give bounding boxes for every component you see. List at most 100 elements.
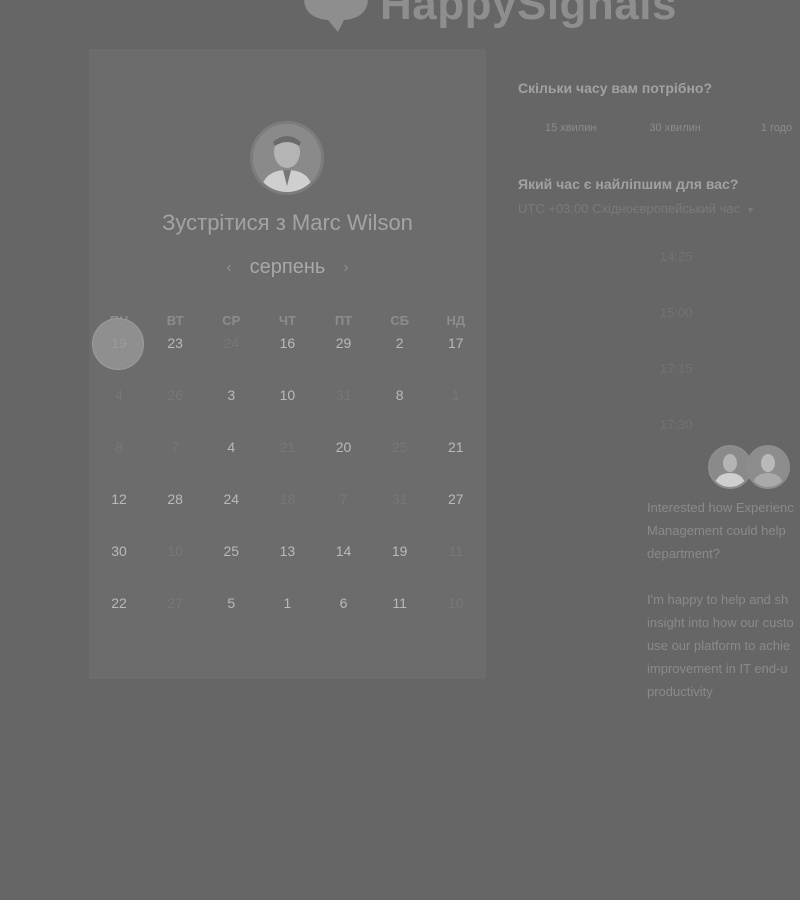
day-number: 20 bbox=[335, 439, 352, 455]
calendar-day: 27 bbox=[147, 594, 203, 646]
calendar-day[interactable]: 24 bbox=[203, 490, 259, 542]
calendar-day[interactable]: 3 bbox=[203, 386, 259, 438]
day-number: 27 bbox=[167, 595, 183, 611]
month-label: серпень bbox=[249, 256, 326, 278]
time-question: Який час є найліпшим для вас? bbox=[518, 176, 739, 192]
day-number: 21 bbox=[448, 439, 464, 455]
calendar-day[interactable]: 14 bbox=[316, 542, 372, 594]
calendar-day[interactable]: 10 bbox=[259, 386, 315, 438]
time-slot[interactable]: 17:15 bbox=[660, 361, 693, 376]
meeting-title: Зустрітися з Marc Wilson bbox=[162, 210, 413, 235]
brand-logo: HappySignals bbox=[298, 0, 677, 32]
day-number: 6 bbox=[339, 595, 348, 611]
calendar-day[interactable]: 30 bbox=[91, 542, 147, 594]
duration-question: Скільки часу вам потрібно? bbox=[518, 80, 713, 96]
time-slot[interactable]: 15:00 bbox=[660, 305, 693, 320]
time-slot[interactable]: 17:30 bbox=[660, 417, 693, 432]
calendar-day: 4 bbox=[91, 386, 147, 438]
day-number: 4 bbox=[227, 439, 236, 455]
calendar-day[interactable]: 2 bbox=[372, 334, 428, 386]
day-number: 17 bbox=[448, 335, 464, 351]
page: HappySignals Зустрітися з Marc Wilson ‹ … bbox=[0, 0, 800, 900]
calendar-day: 1 bbox=[428, 386, 484, 438]
team-avatars bbox=[708, 445, 798, 493]
day-number: 10 bbox=[167, 543, 183, 559]
day-number: 2 bbox=[395, 335, 404, 351]
calendar-day[interactable]: 22 bbox=[91, 594, 147, 646]
selected-day[interactable]: 19 bbox=[91, 318, 147, 386]
calendar-day[interactable]: 27 bbox=[428, 490, 484, 542]
chevron-right-icon[interactable]: › bbox=[343, 259, 348, 277]
day-number: 10 bbox=[448, 595, 464, 611]
weekday-header: ПН ВТ СР ЧТ ПТ СБ НД bbox=[91, 313, 484, 328]
calendar-day[interactable]: 20 bbox=[316, 438, 372, 490]
calendar-day[interactable]: 29 bbox=[316, 334, 372, 386]
person-avatar-icon bbox=[746, 445, 790, 489]
calendar-day[interactable]: 13 bbox=[259, 542, 315, 594]
weekday-label: ЧТ bbox=[278, 313, 296, 328]
calendar-day: 26 bbox=[147, 386, 203, 438]
weekday-label: НД bbox=[446, 313, 466, 328]
day-number: 29 bbox=[335, 335, 352, 351]
duration-option-30[interactable]: 30 хвилин bbox=[649, 122, 700, 134]
brand-name: HappySignals bbox=[380, 0, 677, 29]
weekday-label: ВТ bbox=[166, 313, 184, 328]
duration-option-15[interactable]: 15 хвилин bbox=[545, 122, 596, 134]
day-number: 4 bbox=[115, 387, 123, 403]
calendar-day[interactable]: 1 bbox=[259, 594, 315, 646]
day-number: 10 bbox=[279, 387, 296, 403]
calendar-day[interactable]: 6 bbox=[316, 594, 372, 646]
day-number: 24 bbox=[223, 335, 240, 351]
day-number: 24 bbox=[223, 491, 240, 507]
calendar-day[interactable]: 19 bbox=[372, 542, 428, 594]
calendar-day[interactable]: 23 bbox=[147, 334, 203, 386]
time-slot[interactable]: 14:25 bbox=[660, 249, 693, 264]
calendar-day: 18 bbox=[259, 490, 315, 542]
calendar-day[interactable]: 21 bbox=[428, 438, 484, 490]
calendar-day[interactable]: 16 bbox=[259, 334, 315, 386]
calendar-day: 31 bbox=[372, 490, 428, 542]
calendar-day[interactable]: 17 bbox=[428, 334, 484, 386]
weekday-label: ПТ bbox=[334, 313, 353, 328]
calendar-day: 31 bbox=[316, 386, 372, 438]
calendar-day[interactable]: 4 bbox=[203, 438, 259, 490]
calendar-day[interactable]: 12 bbox=[91, 490, 147, 542]
day-number: 1 bbox=[283, 595, 292, 611]
day-number: 14 bbox=[335, 543, 352, 559]
timezone-label: UTC +03:00 Східноєвропейський час bbox=[518, 201, 740, 216]
person-avatar-icon bbox=[253, 124, 321, 192]
calendar-day: 25 bbox=[372, 438, 428, 490]
calendar-day[interactable]: 25 bbox=[203, 542, 259, 594]
calendar-day: 7 bbox=[316, 490, 372, 542]
day-number: 8 bbox=[115, 439, 123, 455]
day-number: 5 bbox=[227, 595, 236, 611]
weekday-label: СР bbox=[222, 313, 241, 328]
calendar-day: 10 bbox=[428, 594, 484, 646]
day-number: 18 bbox=[279, 491, 296, 507]
duration-option-60[interactable]: 1 годо bbox=[761, 122, 792, 134]
timezone-selector[interactable]: UTC +03:00 Східноєвропейський час ▼ bbox=[518, 201, 755, 216]
calendar-day[interactable]: 5 bbox=[203, 594, 259, 646]
month-navigation: ‹ серпень › bbox=[89, 256, 486, 279]
day-number: 21 bbox=[279, 439, 296, 455]
day-number: 28 bbox=[167, 491, 183, 507]
day-number: 30 bbox=[111, 543, 127, 559]
help-message: I'm happy to help and sh insight into ho… bbox=[647, 592, 794, 699]
day-number: 25 bbox=[391, 439, 408, 455]
calendar-day[interactable]: 8 bbox=[372, 386, 428, 438]
calendar-day[interactable]: 11 bbox=[372, 594, 428, 646]
day-number: 19 bbox=[391, 543, 408, 559]
calendar-days-grid: 19 23 24 16 29 2 17 4 26 3 10 31 8 1 8 7 4 21 20 25 21 12 28 24… bbox=[91, 318, 484, 646]
calendar-day: 10 bbox=[147, 542, 203, 594]
duration-options: 15 хвилин 30 хвилин 1 годо bbox=[518, 122, 800, 134]
day-number: 11 bbox=[448, 543, 464, 559]
day-number: 22 bbox=[111, 595, 127, 611]
chevron-left-icon[interactable]: ‹ bbox=[226, 259, 231, 277]
day-number: 31 bbox=[335, 387, 352, 403]
day-number: 16 bbox=[279, 335, 296, 351]
calendar-day[interactable]: 28 bbox=[147, 490, 203, 542]
caret-down-icon: ▼ bbox=[745, 204, 755, 215]
day-number: 11 bbox=[392, 595, 407, 611]
calendar-day: 7 bbox=[147, 438, 203, 490]
speech-bubble-logo-icon bbox=[304, 0, 368, 32]
